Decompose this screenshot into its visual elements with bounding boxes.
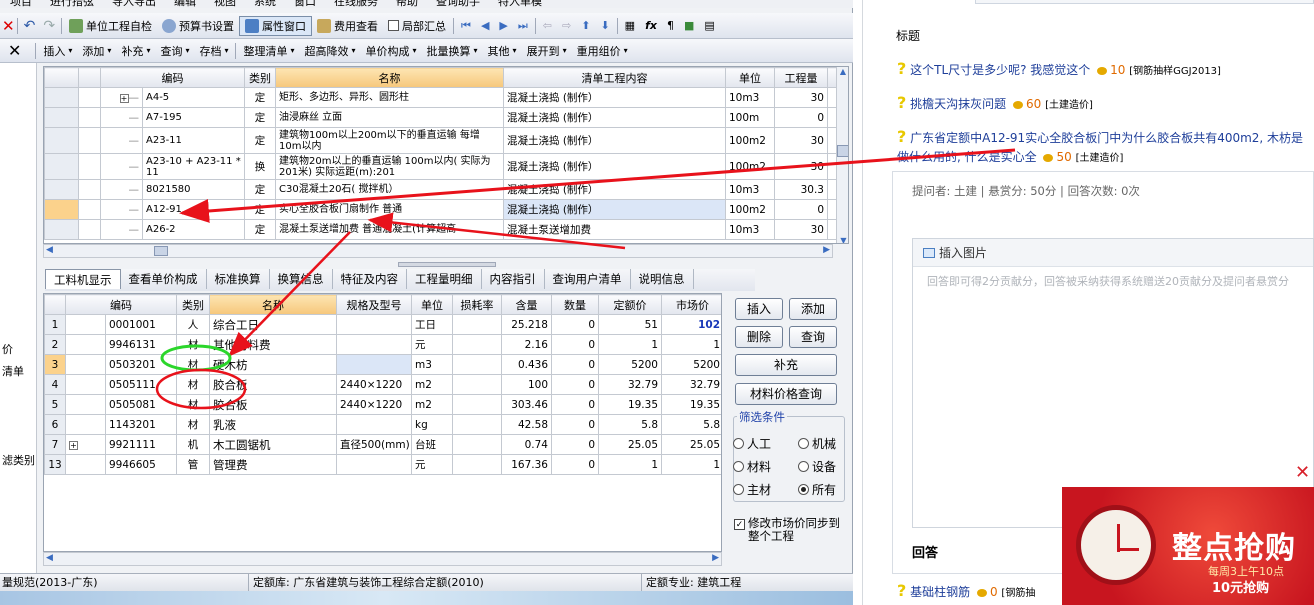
annotation-arrow (228, 231, 351, 357)
annotation-arrow (179, 148, 1016, 223)
annotation-arrow (367, 212, 626, 250)
annotation-green-circle (160, 344, 232, 372)
annotation-overlay (155, 148, 1016, 410)
annotation-red-circle (155, 368, 247, 410)
